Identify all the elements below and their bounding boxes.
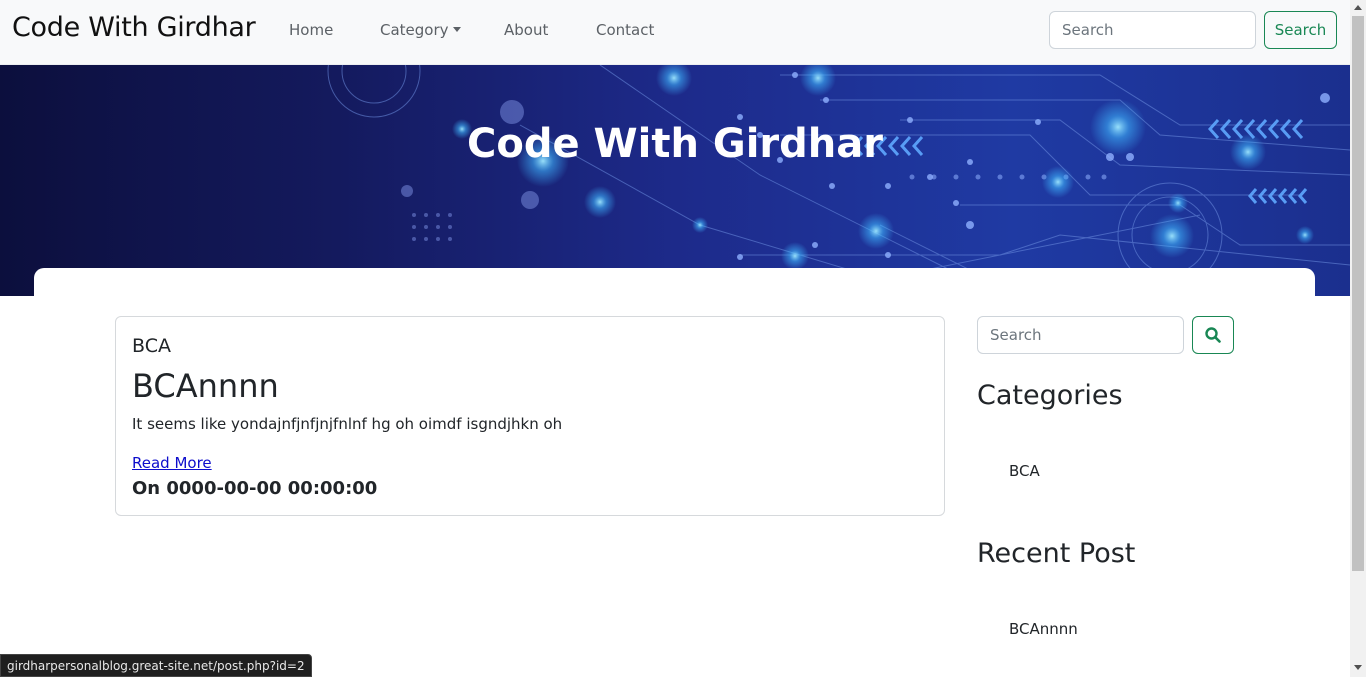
category-item[interactable]: BCA — [1009, 462, 1040, 480]
nav-home[interactable]: Home — [289, 21, 333, 39]
post-date: On 0000-00-00 00:00:00 — [132, 478, 378, 499]
read-more-link[interactable]: Read More — [132, 454, 212, 472]
navbar: Code With Girdhar Home Category About Co… — [0, 0, 1350, 65]
nav-search-button[interactable]: Search — [1264, 11, 1337, 49]
nav-category-label: Category — [380, 21, 449, 39]
search-icon — [1205, 327, 1221, 343]
page-scrollbar[interactable] — [1350, 0, 1366, 677]
scroll-thumb[interactable] — [1352, 16, 1364, 571]
post-category: BCA — [132, 335, 171, 357]
post-excerpt: It seems like yondajnfjnfjnjfnlnf hg oh … — [132, 415, 563, 433]
hero-banner: Code With Girdhar — [0, 65, 1350, 296]
nav-category[interactable]: Category — [380, 21, 461, 39]
link-status-bar: girdharpersonalblog.great-site.net/post.… — [0, 654, 312, 677]
sidebar-search-button[interactable] — [1192, 316, 1234, 354]
categories-heading: Categories — [977, 380, 1123, 411]
scroll-down-icon[interactable] — [1354, 665, 1362, 670]
brand-logo[interactable]: Code With Girdhar — [12, 12, 256, 43]
recent-post-heading: Recent Post — [977, 538, 1136, 569]
scroll-up-icon[interactable] — [1354, 5, 1362, 10]
hero-title: Code With Girdhar — [467, 121, 883, 167]
post-card: BCA BCAnnnn It seems like yondajnfjnfjnj… — [115, 316, 945, 516]
nav-about[interactable]: About — [504, 21, 548, 39]
sidebar-search-input[interactable] — [977, 316, 1184, 354]
nav-search-input[interactable] — [1049, 11, 1256, 49]
chevron-down-icon — [452, 27, 461, 32]
nav-contact[interactable]: Contact — [596, 21, 654, 39]
circuit-background — [327, 65, 1350, 296]
post-title: BCAnnnn — [132, 367, 279, 405]
recent-post-item[interactable]: BCAnnnn — [1009, 620, 1078, 638]
